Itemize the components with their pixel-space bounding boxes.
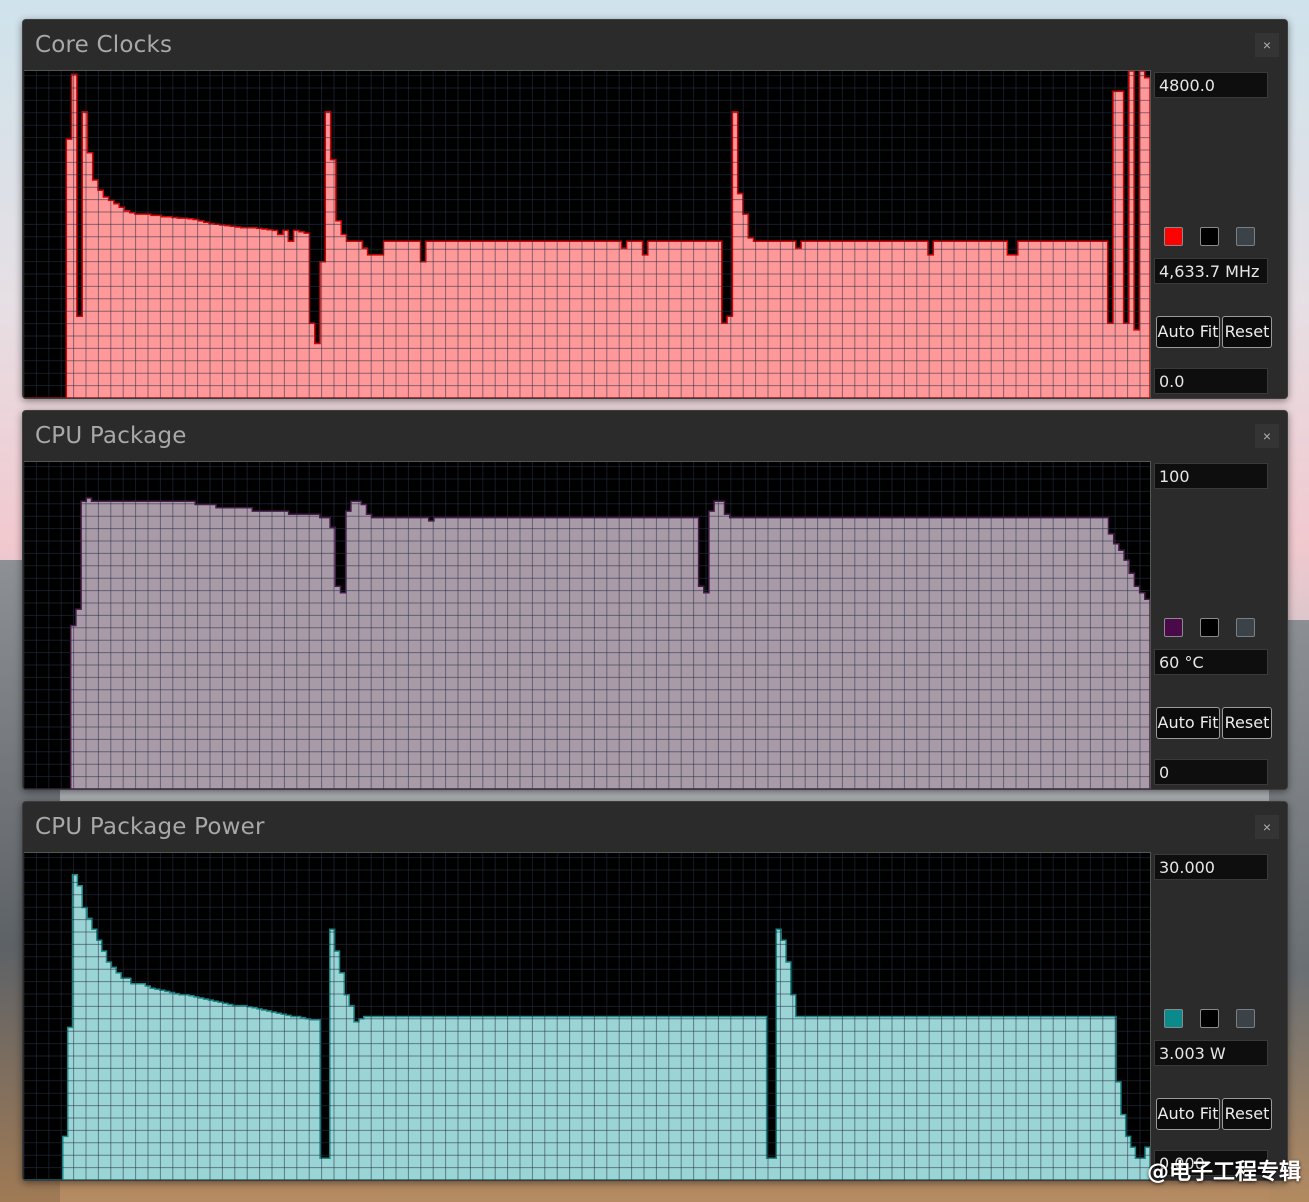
auto-fit-button[interactable]: Auto Fit	[1156, 1098, 1220, 1130]
graph-area-fill	[24, 71, 1150, 398]
close-button[interactable]: ×	[1255, 815, 1279, 839]
watermark: @电子工程专辑	[1146, 1160, 1301, 1185]
graph-area[interactable]	[24, 70, 1151, 398]
graph-controls: 100 60 °C Auto Fit Reset 0	[1154, 461, 1288, 788]
max-value-field[interactable]: 30.000	[1154, 854, 1268, 880]
background-color-swatch[interactable]	[1200, 618, 1219, 637]
background-color-swatch[interactable]	[1200, 1009, 1219, 1028]
max-value-field[interactable]: 100	[1154, 463, 1268, 489]
background-color-swatch[interactable]	[1200, 227, 1219, 246]
line-color-swatch[interactable]	[1164, 227, 1183, 246]
max-value-field[interactable]: 4800.0	[1154, 72, 1268, 98]
panel-title: CPU Package Power	[35, 814, 265, 840]
auto-fit-button[interactable]: Auto Fit	[1156, 707, 1220, 739]
panel-title: CPU Package	[35, 423, 187, 449]
min-value-field[interactable]: 0.0	[1154, 368, 1268, 394]
graph-svg	[24, 462, 1150, 789]
reset-button[interactable]: Reset	[1222, 316, 1272, 348]
graph-area-fill	[24, 874, 1150, 1180]
panel-titlebar[interactable]: CPU Package Power ×	[23, 802, 1287, 852]
reset-button[interactable]: Reset	[1222, 707, 1272, 739]
auto-fit-button[interactable]: Auto Fit	[1156, 316, 1220, 348]
panel-titlebar[interactable]: CPU Package ×	[23, 411, 1287, 461]
current-value-field: 3.003 W	[1154, 1040, 1268, 1066]
panel-cpu-package: CPU Package × 100 60 °C Auto Fit Reset 0	[22, 410, 1288, 790]
graph-area[interactable]	[24, 461, 1151, 789]
panel-core-clocks: Core Clocks × 4800.0 4,633.7 MHz Auto Fi…	[22, 19, 1288, 399]
graph-area-fill	[24, 497, 1150, 789]
panel-title: Core Clocks	[35, 32, 173, 58]
line-color-swatch[interactable]	[1164, 1009, 1183, 1028]
graph-controls: 4800.0 4,633.7 MHz Auto Fit Reset 0.0	[1154, 70, 1288, 397]
line-color-swatch[interactable]	[1164, 618, 1183, 637]
current-value-field: 60 °C	[1154, 649, 1268, 675]
graph-svg	[24, 71, 1150, 398]
grid-color-swatch[interactable]	[1236, 1009, 1255, 1028]
close-button[interactable]: ×	[1255, 424, 1279, 448]
reset-button[interactable]: Reset	[1222, 1098, 1272, 1130]
panel-cpu-package-power: CPU Package Power × 30.000 3.003 W Auto …	[22, 801, 1288, 1181]
graph-area[interactable]	[24, 852, 1151, 1180]
close-button[interactable]: ×	[1255, 33, 1279, 57]
graph-controls: 30.000 3.003 W Auto Fit Reset 0.000	[1154, 852, 1288, 1179]
grid-color-swatch[interactable]	[1236, 227, 1255, 246]
grid-color-swatch[interactable]	[1236, 618, 1255, 637]
current-value-field: 4,633.7 MHz	[1154, 258, 1268, 284]
panel-titlebar[interactable]: Core Clocks ×	[23, 20, 1287, 70]
graph-svg	[24, 853, 1150, 1180]
min-value-field[interactable]: 0	[1154, 759, 1268, 785]
